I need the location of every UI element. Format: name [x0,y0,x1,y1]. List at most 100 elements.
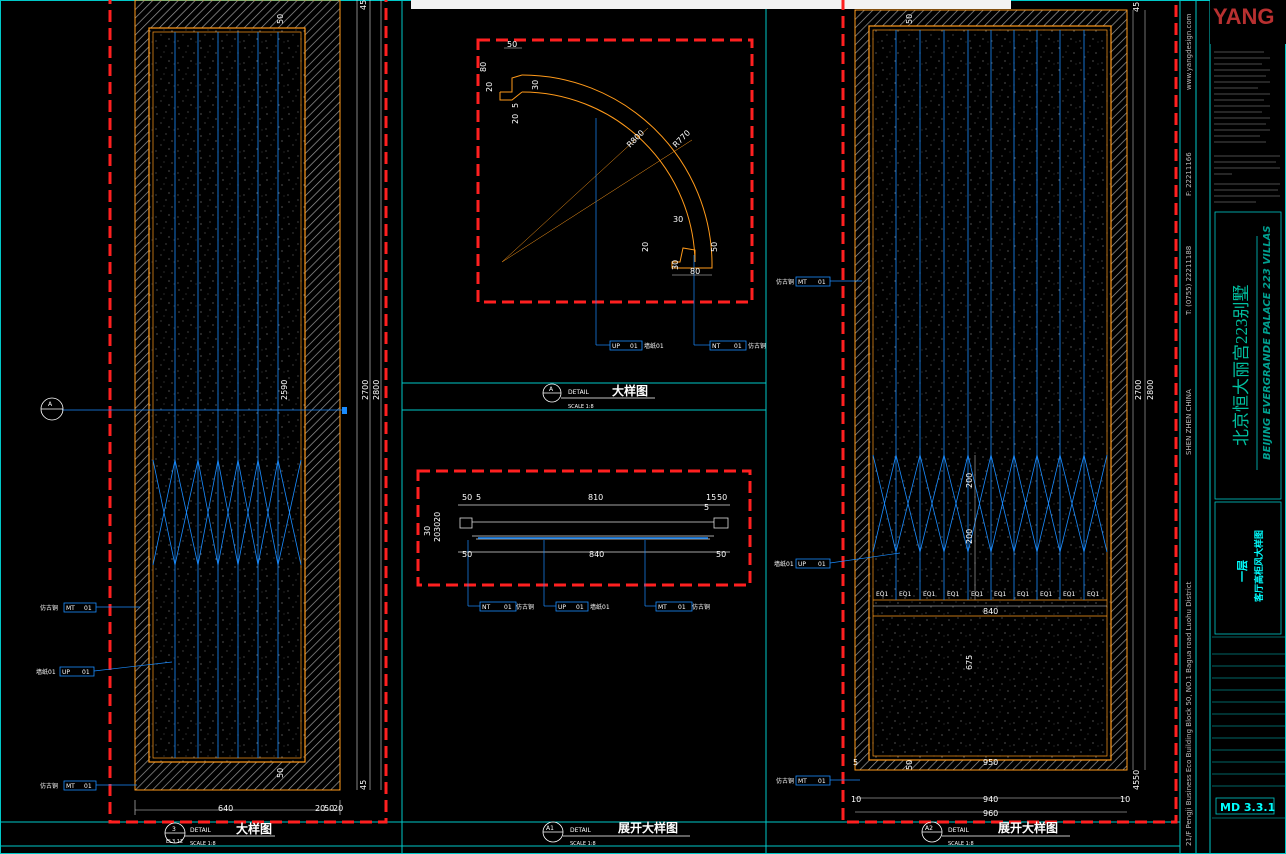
right-dim-side-1: 2700 [1134,380,1143,400]
right-callout-1-code: MT [798,279,807,286]
detail-b-dim-t1: 50 [462,493,472,502]
detail-b-callout-1: NT 01 仿古铜 [479,601,534,612]
detail-b-callout-3-code: MT [658,604,667,611]
left-panel: 50 45 2590 2700 2800 640 20 50 20 50 45 … [36,0,388,847]
eq-label: EQ1 [899,591,912,598]
eq-label: EQ1 [1087,591,1100,598]
section-marker-letter: A [48,401,53,408]
right-callout-3-mat: 仿古铜 [776,777,794,785]
right-callout-1-mat: 仿古铜 [776,278,794,286]
strip-fax: F: 22211166 [1185,152,1193,196]
right-callout-1-num: 01 [818,279,826,286]
eq-label: EQ1 [876,591,889,598]
detail-b-dim-b1: 50 [462,550,472,559]
detail-b-callout-3-mat: 仿古铜 [692,603,710,611]
left-callout-2-code: UP [62,669,70,676]
project-name-cn: 北京恒大丽宫223别墅 [1232,285,1251,447]
right-dim-mid-3: 840 [983,607,998,616]
detail-a-callout-left-mat: 墙纸01 [644,342,664,350]
left-callout-3-code: MT [66,783,75,790]
detail-b-callout-3-num: 01 [678,604,686,611]
brand-logo: YANG [1213,4,1275,29]
detail-b-callout-1-mat: 仿古铜 [516,603,534,611]
left-callout-3: 仿古铜 MT 01 [40,780,137,791]
left-dim-side-2: 2700 [361,380,370,400]
right-caption-scale: SCALE 1:8 [948,841,974,847]
detail-a-dim-3: 20 [485,82,494,92]
right-callout-3-code: MT [798,778,807,785]
detail-a-dim-8: R770 [671,128,692,149]
right-dim-mid-2: 200 [965,529,974,544]
left-dim-side-1: 2590 [280,380,289,400]
eq-label: EQ1 [994,591,1007,598]
left-callout-2-num: 01 [82,669,90,676]
detail-b-dim-t5: 50 [717,493,727,502]
strip-city: SHEN ZHEN CHINA [1185,389,1193,455]
right-callout-2-mat: 墙纸01 [774,560,794,568]
detail-b-callout-2-num: 01 [576,604,584,611]
detail-b-dim-t3: 810 [588,493,603,502]
left-dim-top-1: 50 [276,14,285,24]
right-dim-bottom-1: 940 [983,795,998,804]
title-block: YANG 北京恒大丽宫223别墅 BEIJING EVERGRANDE PALA… [1210,0,1286,819]
eq-label: EQ1 [1063,591,1076,598]
detail-b-dim-l1: 30 [423,526,432,536]
floor-label: 一层 [1236,560,1249,582]
detail-b: 50 5 810 15 50 5 50 840 50 30 20 30 20 N… [416,469,752,612]
detail-a-dim-13: 80 [690,267,700,276]
detail-b-dim-t6: 5 [704,503,709,512]
top-white-bar [411,0,1011,9]
right-dim-bside-1: 50 [1132,770,1141,780]
left-callout-1-mat: 仿古铜 [40,604,58,612]
project-name-en: BEIJING EVERGRANDE PALACE 223 VILLAS [1262,225,1273,460]
right-caption-num: A2 [925,825,933,832]
left-callout-2-mat: 墙纸01 [36,668,56,676]
left-callout-1-num: 01 [84,605,92,612]
left-dim-bside-1: 50 [276,768,285,778]
cad-drawing: 50 45 2590 2700 2800 640 20 50 20 50 45 … [0,0,1286,854]
left-caption: 3 EL3.12 DETAIL 大样图 SCALE 1:8 [164,821,275,847]
detail-a-dim-12: 50 [710,242,719,252]
right-dim-bottom-2: 960 [983,809,998,818]
left-caption-sub: EL3.12 [166,839,183,845]
detail-a-callout-right: NT 01 仿古铜 [709,340,766,351]
eq-label: EQ1 [923,591,936,598]
left-callout-3-mat: 仿古铜 [40,782,58,790]
right-dim-bside-2: 45 [1132,780,1141,790]
right-caption: A2 DETAIL 展开大样图 SCALE 1:8 [921,820,1070,847]
section-marker-a: A [40,397,64,421]
left-caption-title: 大样图 [236,821,272,836]
detail-b-callout-2: UP 01 墙纸01 [555,601,610,612]
right-callout-1: 仿古铜 MT 01 [776,276,862,287]
detail-a-dim-7: R800 [625,128,646,149]
detail-a-dim-11: 30 [671,260,680,270]
detail-a-dim-9: 30 [673,215,683,224]
right-dim-top-2: 45 [1132,2,1141,12]
right-callout-3-num: 01 [818,778,826,785]
sheet-number: MD 3.3.1 [1220,801,1275,814]
left-callout-3-num: 01 [84,783,92,790]
strip-address: 21/F Pengji Business Eco Building Block … [1185,581,1193,846]
right-callout-3: 仿古铜 MT 01 [776,775,860,786]
detail-b-callout-1-num: 01 [504,604,512,611]
right-dim-mid-6: 5 [853,758,858,767]
right-callout-2-num: 01 [818,561,826,568]
detail-a: 50 80 20 30 5 20 R800 R770 30 20 30 50 8… [476,38,766,410]
eq-label: EQ1 [971,591,984,598]
detail-a-callout-right-mat: 仿古铜 [748,342,766,350]
detail-a-caption-title: 大样图 [612,383,648,398]
left-callout-1-code: MT [66,605,75,612]
left-caption-num: 3 [172,826,176,833]
right-caption-word: DETAIL [948,827,969,834]
right-caption-title: 展开大样图 [998,820,1058,835]
center-caption: A1 DETAIL 展开大样图 SCALE 1:8 [542,820,690,847]
center-caption-word: DETAIL [570,827,591,834]
detail-b-dim-l4: 20 [433,512,442,522]
detail-b-dim-t2: 5 [476,493,481,502]
detail-b-dim-b2: 840 [589,550,604,559]
left-dim-bottom-1: 640 [218,804,233,813]
detail-b-callout-3: MT 01 仿古铜 [655,601,710,612]
strip-web: www.yangdesign.com [1185,13,1193,90]
left-dim-top-2: 45 [359,0,368,10]
left-dim-bottom-4: 20 [333,804,343,813]
